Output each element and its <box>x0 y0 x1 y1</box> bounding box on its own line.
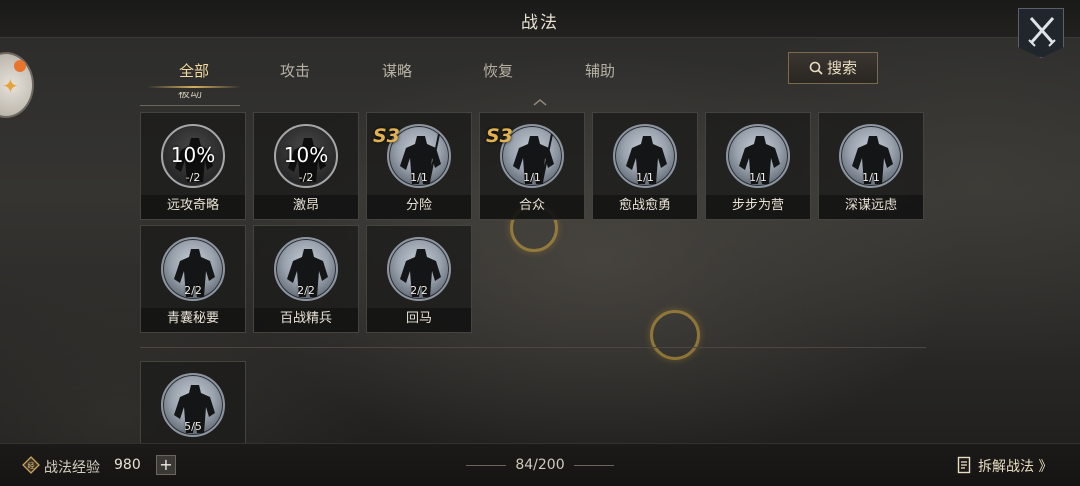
skill-name: 步步为营 <box>706 195 810 219</box>
skill-name: 远攻奇略 <box>141 195 245 219</box>
skill-count-total: 84/200 <box>515 457 565 473</box>
progress-percent: 10% <box>170 143 216 167</box>
skill-card[interactable]: 5/5 <box>140 361 246 444</box>
skill-count: 1/1 <box>410 171 428 184</box>
section-header-passive: 被动 <box>140 92 240 106</box>
dismantle-label: 拆解战法 》 <box>978 459 1053 475</box>
section-divider <box>140 347 926 348</box>
skill-count: 2/2 <box>184 284 202 297</box>
skill-card[interactable]: 1/1 愈战愈勇 <box>592 112 698 220</box>
tab-strategy[interactable]: 谋略 <box>348 56 446 88</box>
tab-all[interactable]: 全部 <box>145 56 243 88</box>
skill-name: 激昂 <box>254 195 358 219</box>
tab-recovery[interactable]: 恢复 <box>449 56 547 88</box>
skill-name: 青囊秘要 <box>141 308 245 332</box>
page-title: 战法 <box>521 13 559 33</box>
tab-attack[interactable]: 攻击 <box>246 56 344 88</box>
scroll-up-icon <box>533 99 547 106</box>
skill-count: 1/1 <box>862 171 880 184</box>
season-tag: S3 <box>373 125 400 147</box>
skill-card[interactable]: S3 1/1 分险 <box>366 112 472 220</box>
skill-count: 1/1 <box>523 171 541 184</box>
skill-card[interactable]: 2/2 青囊秘要 <box>140 225 246 333</box>
notification-dot <box>14 60 26 72</box>
progress-percent: 10% <box>283 143 329 167</box>
category-tabs: 全部 攻击 谋略 恢复 辅助 <box>145 56 675 88</box>
skill-name: 分险 <box>367 195 471 219</box>
search-icon <box>809 61 823 75</box>
close-button[interactable] <box>1018 8 1064 58</box>
search-label: 搜索 <box>826 59 857 77</box>
skill-name: 百战精兵 <box>254 308 358 332</box>
skill-name: 合众 <box>480 195 584 219</box>
search-button[interactable]: 搜索 <box>788 52 878 84</box>
skill-count: 1/1 <box>749 171 767 184</box>
skill-name: 愈战愈勇 <box>593 195 697 219</box>
divider-line <box>574 465 614 466</box>
skill-card[interactable]: 2/2 回马 <box>366 225 472 333</box>
season-tag: S3 <box>486 125 513 147</box>
skill-card[interactable]: S3 1/1 合众 <box>479 112 585 220</box>
skill-count: -/2 <box>185 171 201 184</box>
skill-count: 1/1 <box>636 171 654 184</box>
tab-support[interactable]: 辅助 <box>551 56 649 88</box>
crossed-swords-close-icon <box>1028 17 1056 47</box>
skill-card[interactable]: 2/2 百战精兵 <box>253 225 359 333</box>
skill-card[interactable]: 1/1 步步为营 <box>705 112 811 220</box>
bottom-bar: 经 战法经验 980 + 84/200 拆解战法 》 <box>0 443 1080 486</box>
skill-card[interactable]: 10% -/2 远攻奇略 <box>140 112 246 220</box>
side-menu-avatar[interactable]: ✦ <box>0 52 34 118</box>
skill-card[interactable]: 10% -/2 激昂 <box>253 112 359 220</box>
skill-card[interactable]: 1/1 深谋远虑 <box>818 112 924 220</box>
skill-count: -/2 <box>298 171 314 184</box>
skill-count: 2/2 <box>410 284 428 297</box>
skill-count: 5/5 <box>184 420 202 433</box>
ember-glow <box>650 310 700 360</box>
dismantle-skills-button[interactable]: 拆解战法 》 <box>957 456 1052 476</box>
skill-count: 2/2 <box>297 284 315 297</box>
skill-grid[interactable]: 被动 10% -/2 远攻奇略 10% -/2 激昂 S3 1/1 分险 S3 <box>140 92 940 444</box>
skill-name: 深谋远虑 <box>819 195 923 219</box>
skill-name: 回马 <box>367 308 471 332</box>
document-list-icon <box>957 456 971 474</box>
star-icon: ✦ <box>2 74 19 98</box>
top-bar: 战法 <box>0 0 1080 38</box>
